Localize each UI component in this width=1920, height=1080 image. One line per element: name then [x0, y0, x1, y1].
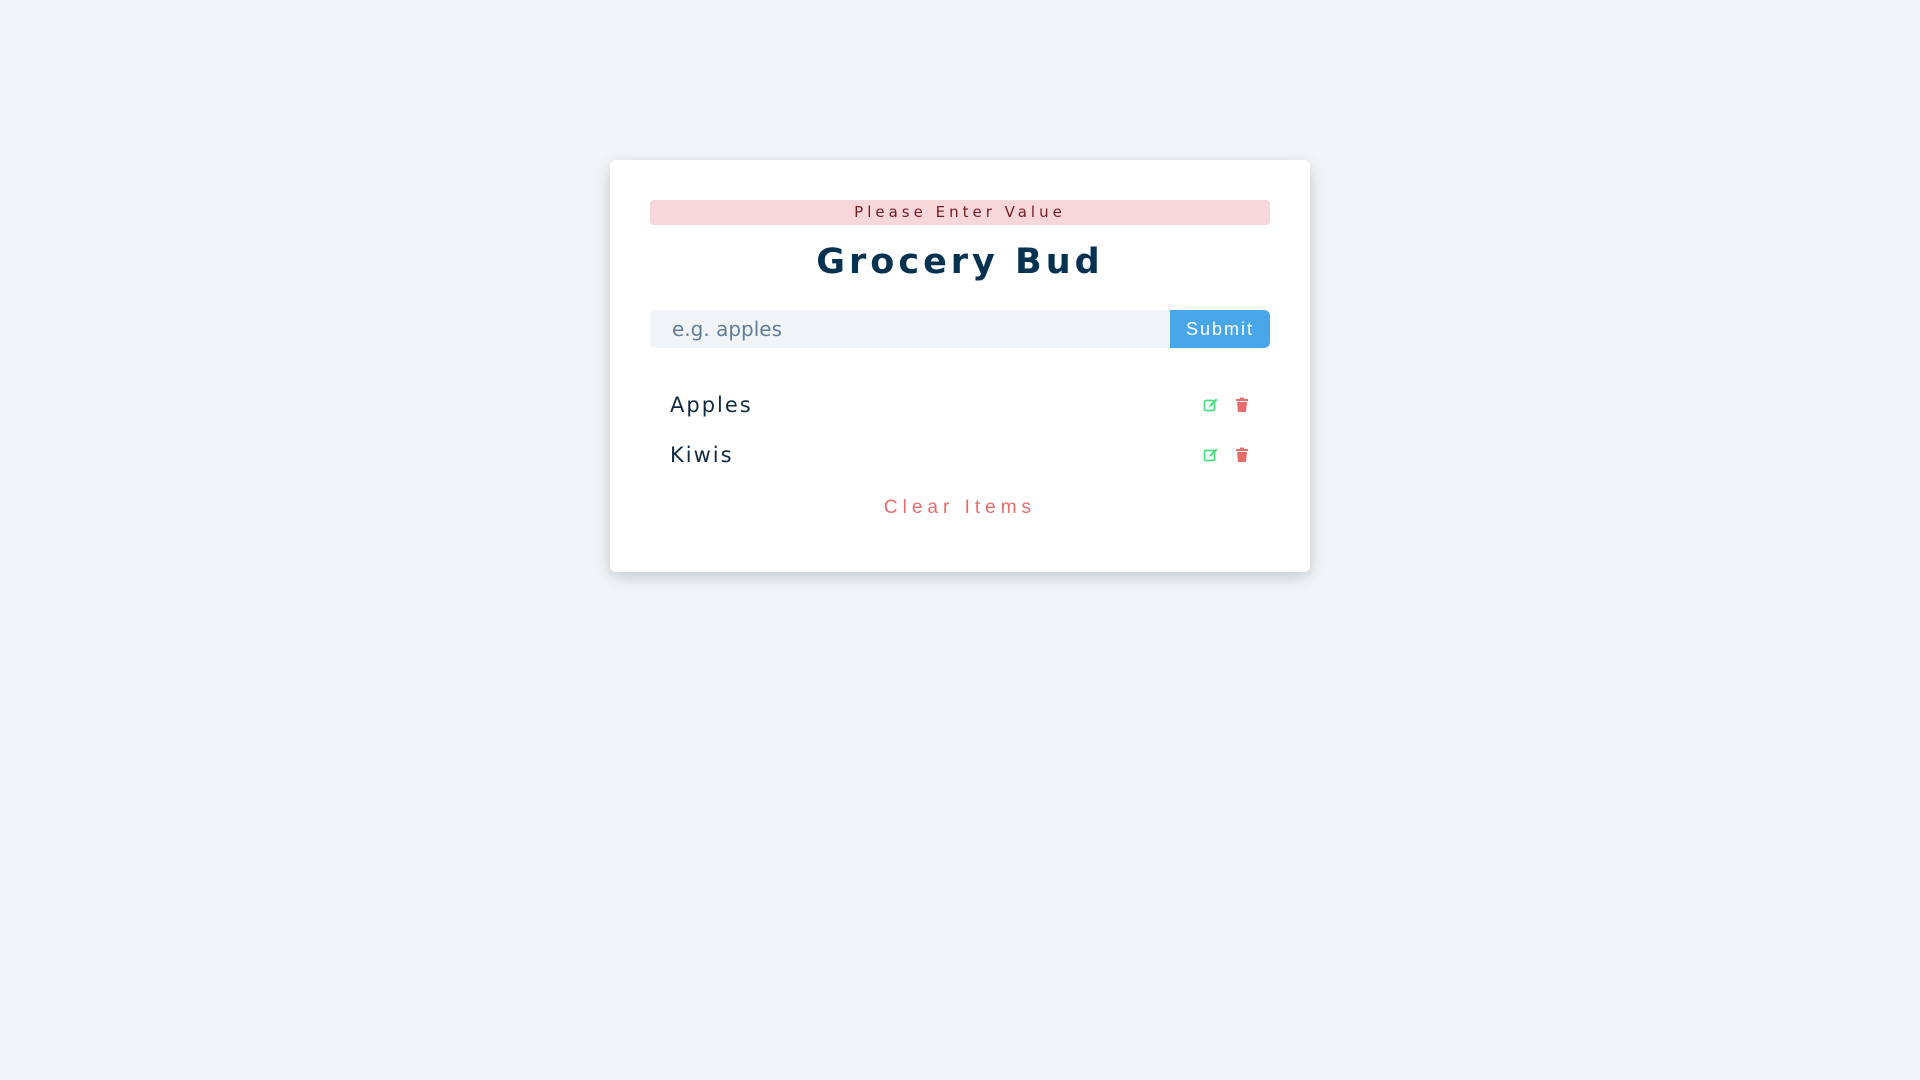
- grocery-form: Submit: [650, 310, 1270, 348]
- item-name: Apples: [670, 393, 753, 417]
- item-input[interactable]: [650, 310, 1170, 348]
- list-item: Kiwis: [650, 430, 1270, 480]
- edit-icon[interactable]: [1203, 397, 1219, 413]
- list-item: Apples: [650, 380, 1270, 430]
- item-actions: [1203, 397, 1250, 413]
- grocery-list: Apples Kiwis: [650, 380, 1270, 480]
- edit-icon[interactable]: [1203, 447, 1219, 463]
- trash-icon[interactable]: [1234, 397, 1250, 413]
- grocery-card: Please Enter Value Grocery Bud Submit Ap…: [610, 160, 1310, 572]
- page-title: Grocery Bud: [816, 242, 1104, 282]
- item-name: Kiwis: [670, 443, 734, 467]
- clear-items-button[interactable]: Clear Items: [878, 496, 1042, 520]
- item-actions: [1203, 447, 1250, 463]
- submit-button[interactable]: Submit: [1170, 310, 1270, 348]
- trash-icon[interactable]: [1234, 447, 1250, 463]
- alert-banner: Please Enter Value: [650, 200, 1270, 225]
